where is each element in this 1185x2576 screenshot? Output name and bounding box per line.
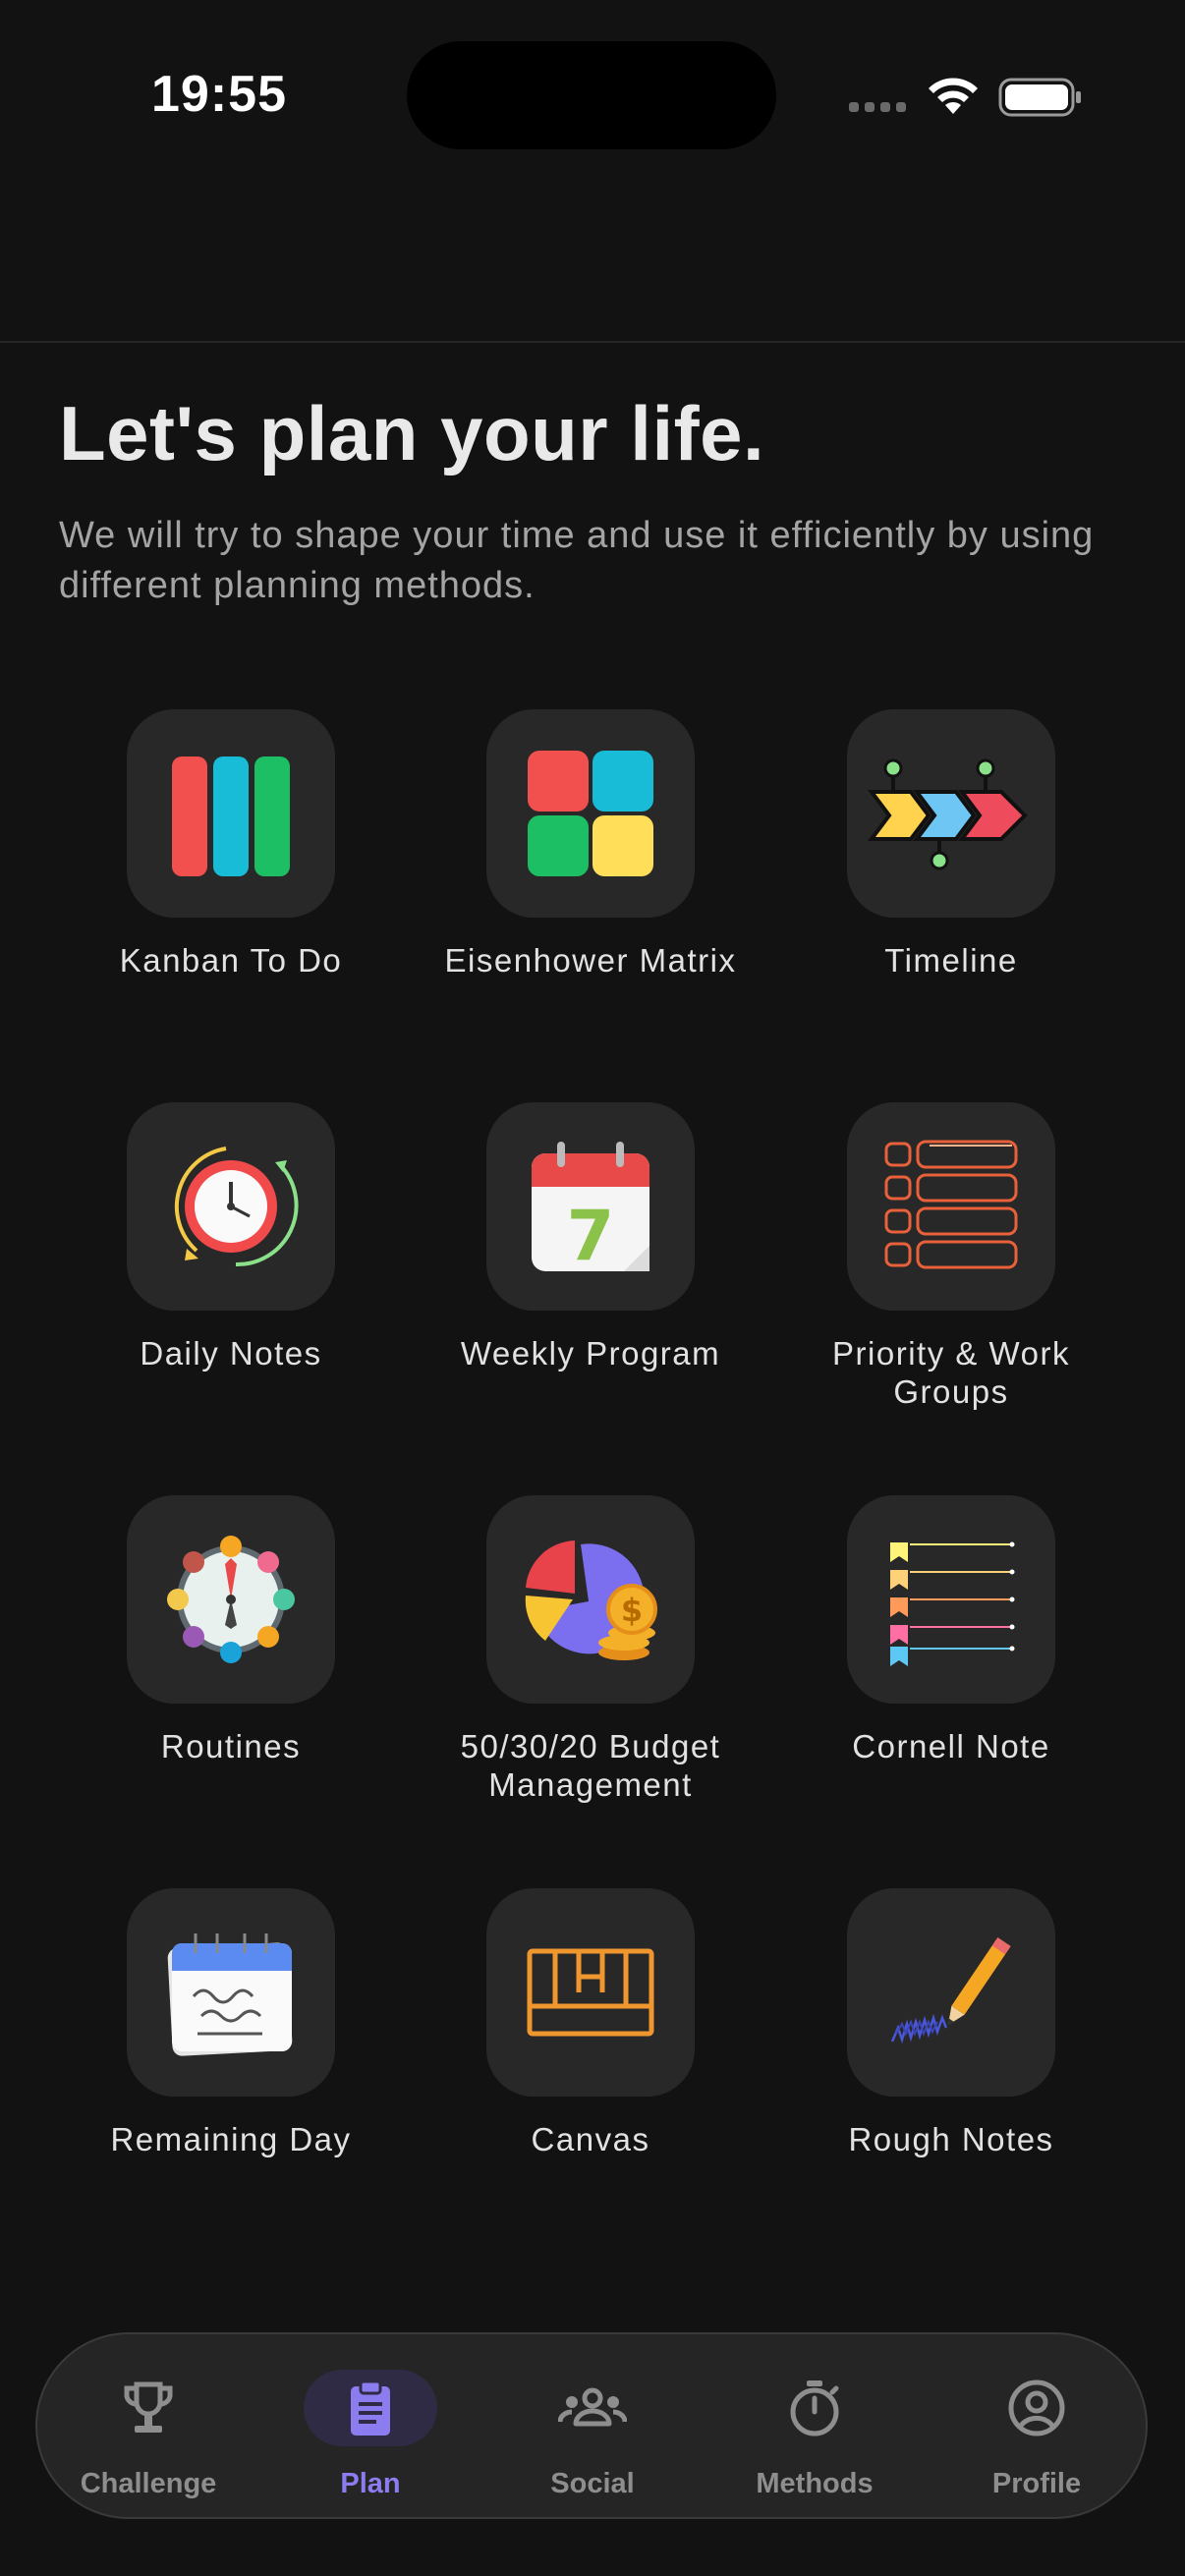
method-label: Kanban To Do	[119, 942, 343, 979]
tab-label: Social	[550, 2468, 635, 2499]
method-label: Timeline	[884, 942, 1018, 979]
method-label: Remaining Day	[110, 2121, 352, 2157]
method-label: Cornell Note	[852, 1728, 1050, 1764]
method-label: Canvas	[531, 2121, 650, 2157]
tab-label: Profile	[991, 2468, 1082, 2499]
method-daily-notes[interactable]: Daily Notes	[51, 1102, 411, 1372]
method-routines[interactable]: Routines	[51, 1495, 411, 1765]
header-divider	[0, 341, 1185, 343]
method-canvas[interactable]: Canvas	[411, 1888, 770, 2158]
method-label: Priority & Work Groups	[832, 1335, 1070, 1410]
method-label: Eisenhower Matrix	[444, 942, 737, 979]
cornell-note-icon	[890, 1541, 1015, 1666]
tab-label: Methods	[756, 2468, 874, 2499]
priority-list-icon	[884, 1140, 1018, 1269]
eisenhower-matrix-icon	[528, 751, 653, 876]
method-label: Weekly Program	[460, 1335, 721, 1372]
tab-plan[interactable]: Plan	[259, 2334, 481, 2517]
page-subtitle: We will try to shape your time and use i…	[59, 515, 1095, 606]
clock-icon	[174, 1147, 299, 1267]
calendar-icon: 7	[532, 1142, 649, 1275]
trophy-icon	[124, 2381, 173, 2433]
svg-text:7: 7	[567, 1196, 615, 1275]
tab-profile[interactable]: Profile	[926, 2334, 1148, 2517]
svg-text:$: $	[621, 1592, 643, 1629]
routine-clock-icon	[167, 1536, 295, 1663]
status-time: 19:55	[151, 66, 287, 123]
stopwatch-icon	[790, 2380, 839, 2436]
method-weekly-program[interactable]: 7 Weekly Program	[411, 1102, 770, 1372]
tab-label: Plan	[340, 2468, 401, 2499]
tab-social[interactable]: Social	[481, 2334, 704, 2517]
tab-challenge[interactable]: Challenge	[37, 2334, 259, 2517]
dynamic-island	[407, 41, 776, 149]
page-title: Let's plan your life.	[59, 390, 765, 476]
status-bar: 19:55	[0, 0, 1185, 196]
battery-icon	[998, 78, 1081, 117]
method-label: Daily Notes	[140, 1335, 322, 1372]
tab-label: Challenge	[80, 2468, 217, 2499]
method-budget-management[interactable]: $ 50/30/20 Budget Management	[411, 1495, 770, 1804]
method-rough-notes[interactable]: Rough Notes	[771, 1888, 1131, 2158]
user-circle-icon	[1008, 2380, 1065, 2436]
pie-chart-coins-icon: $	[525, 1540, 657, 1660]
method-eisenhower-matrix[interactable]: Eisenhower Matrix	[411, 709, 770, 980]
pencil-scribble-icon	[890, 1937, 1011, 2044]
method-label: Routines	[160, 1728, 302, 1764]
method-remaining-day[interactable]: Remaining Day	[51, 1888, 411, 2158]
kanban-icon	[172, 756, 290, 876]
method-priority-work-groups[interactable]: Priority & Work Groups	[771, 1102, 1131, 1411]
method-kanban-to-do[interactable]: Kanban To Do	[51, 709, 411, 980]
method-label: Rough Notes	[848, 2121, 1054, 2157]
timeline-icon	[868, 758, 1028, 870]
canvas-grid-icon	[527, 1948, 654, 2037]
bottom-tab-bar: Challenge Plan Social Methods Profile	[35, 2332, 1148, 2519]
notepad-calendar-icon	[167, 1933, 293, 2056]
wifi-icon	[929, 78, 978, 114]
method-cornell-note[interactable]: Cornell Note	[771, 1495, 1131, 1765]
people-icon	[558, 2387, 627, 2427]
clipboard-icon	[351, 2380, 390, 2436]
cellular-signal-icon	[849, 102, 906, 112]
method-label: 50/30/20 Budget Management	[460, 1728, 721, 1803]
method-timeline[interactable]: Timeline	[771, 709, 1131, 980]
tab-methods[interactable]: Methods	[704, 2334, 926, 2517]
